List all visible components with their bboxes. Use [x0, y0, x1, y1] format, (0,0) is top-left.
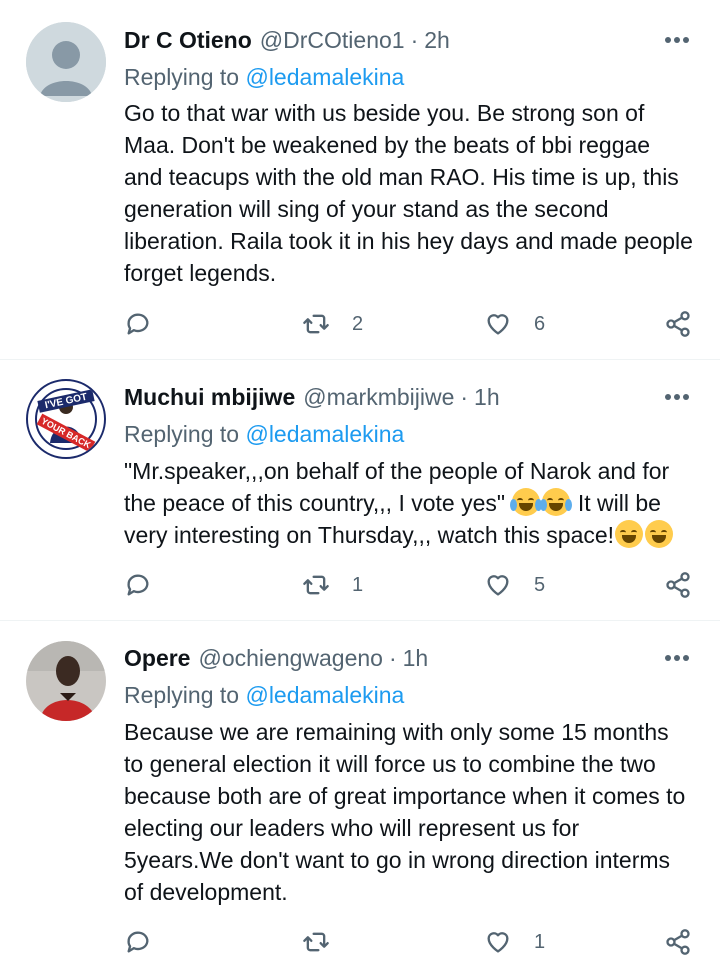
share-icon: [666, 929, 690, 955]
display-name[interactable]: Dr C Otieno: [124, 27, 252, 54]
timestamp[interactable]: 1h: [474, 384, 500, 411]
tweet-text-content: Go to that war with us beside you. Be st…: [124, 100, 693, 286]
like-button[interactable]: 6: [484, 307, 545, 341]
share-icon: [666, 572, 690, 598]
reply-button[interactable]: [124, 568, 152, 602]
replying-label: Replying to: [124, 421, 240, 447]
like-count: 5: [534, 573, 546, 596]
display-name[interactable]: Muchui mbijiwe: [124, 384, 295, 411]
timestamp[interactable]: 1h: [403, 645, 429, 672]
share-button[interactable]: [664, 568, 692, 602]
reply-button[interactable]: [124, 925, 152, 959]
more-horizontal-icon: [665, 655, 689, 661]
like-button[interactable]: 5: [484, 568, 545, 602]
retweet-icon: [303, 314, 329, 334]
heart-icon: [487, 314, 509, 335]
heart-icon: [487, 575, 509, 596]
handle[interactable]: @ochiengwageno: [198, 645, 382, 672]
retweet-button[interactable]: 2: [302, 307, 363, 341]
replying-to: Replying to @ledamalekina: [124, 64, 404, 91]
replying-to: Replying to @ledamalekina: [124, 421, 404, 448]
tweet-header: Opere @ochiengwageno · 1h: [124, 641, 690, 675]
share-button[interactable]: [664, 925, 692, 959]
tweet-actions: 2 6: [124, 307, 694, 341]
reply-icon: [127, 313, 149, 335]
tweet-actions: 1 5: [124, 568, 694, 602]
like-button[interactable]: 1: [484, 925, 545, 959]
display-name[interactable]: Opere: [124, 645, 190, 672]
default-avatar-icon: [26, 22, 106, 102]
tweet-header: Muchui mbijiwe @markmbijiwe · 1h: [124, 380, 690, 414]
retweet-count: 2: [352, 312, 364, 335]
tweet-text-content: Because we are remaining with only some …: [124, 719, 686, 905]
tweet-text: "Mr.speaker,,,on behalf of the people of…: [124, 455, 694, 551]
retweet-count: 1: [352, 573, 364, 596]
share-button[interactable]: [664, 307, 692, 341]
mention-link[interactable]: @ledamalekina: [245, 421, 404, 447]
mention-link[interactable]: @ledamalekina: [245, 64, 404, 90]
avatar[interactable]: I'VE GOT YOUR BACK: [26, 379, 106, 459]
handle[interactable]: @markmbijiwe: [303, 384, 454, 411]
more-button[interactable]: [650, 641, 690, 675]
more-horizontal-icon: [665, 394, 689, 400]
timestamp[interactable]: 2h: [424, 27, 450, 54]
separator: ·: [460, 383, 469, 410]
separator: ·: [388, 644, 397, 671]
face-with-tears-of-joy-emoji: [540, 488, 573, 516]
photo-avatar-icon: [26, 641, 106, 721]
tweet-actions: 1: [124, 925, 694, 959]
avatar[interactable]: [26, 22, 106, 102]
tweet-header: Dr C Otieno @DrCOtieno1 · 2h: [124, 23, 690, 57]
retweet-button[interactable]: [302, 925, 352, 959]
grinning-face-emoji: [645, 520, 674, 548]
grinning-face-emoji: [615, 520, 644, 548]
avatar[interactable]: [26, 641, 106, 721]
tweet[interactable]: Opere @ochiengwageno · 1h Replying to @l…: [0, 621, 720, 974]
retweet-icon: [303, 575, 329, 595]
retweet-icon: [303, 932, 329, 952]
like-count: 6: [534, 312, 546, 335]
mention-link[interactable]: @ledamalekina: [245, 682, 404, 708]
more-button[interactable]: [650, 380, 690, 414]
tweet-text: Because we are remaining with only some …: [124, 716, 694, 908]
tweet[interactable]: Dr C Otieno @DrCOtieno1 · 2h Replying to…: [0, 0, 720, 356]
tweet[interactable]: I'VE GOT YOUR BACK Muchui mbijiwe @markm…: [0, 360, 720, 618]
reply-icon: [127, 931, 149, 953]
replying-to: Replying to @ledamalekina: [124, 682, 404, 709]
face-with-tears-of-joy-emoji: [510, 488, 543, 516]
share-icon: [666, 311, 690, 337]
reply-icon: [127, 574, 149, 596]
heart-icon: [487, 932, 509, 953]
like-count: 1: [534, 930, 546, 953]
more-button[interactable]: [650, 23, 690, 57]
retweet-button[interactable]: 1: [302, 568, 363, 602]
reply-button[interactable]: [124, 307, 152, 341]
tweet-text: Go to that war with us beside you. Be st…: [124, 97, 694, 289]
separator: ·: [410, 26, 419, 53]
replying-label: Replying to: [124, 682, 240, 708]
replying-label: Replying to: [124, 64, 240, 90]
ive-got-your-back-avatar-icon: I'VE GOT YOUR BACK: [29, 382, 103, 456]
more-horizontal-icon: [665, 37, 689, 43]
handle[interactable]: @DrCOtieno1: [260, 27, 405, 54]
